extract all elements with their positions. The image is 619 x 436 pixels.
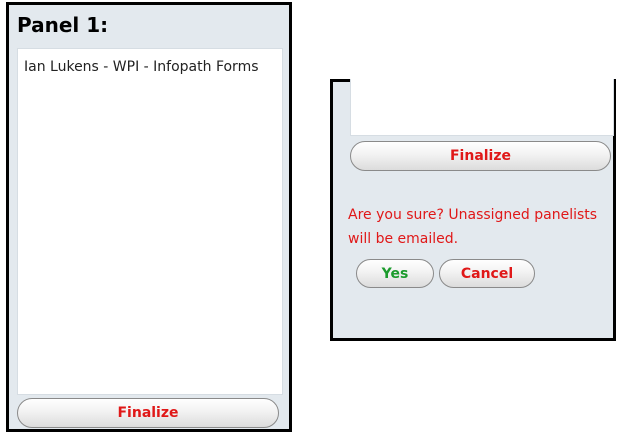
confirm-message: Are you sure? Unassigned panelists will … bbox=[348, 207, 598, 247]
finalize-button[interactable]: Finalize bbox=[17, 398, 279, 428]
cancel-button[interactable]: Cancel bbox=[439, 259, 535, 288]
panel-1: Panel 1: Ian Lukens - WPI - Infopath For… bbox=[6, 2, 292, 432]
finalize-button[interactable]: Finalize bbox=[350, 141, 611, 171]
panel-text-area[interactable] bbox=[350, 79, 614, 136]
panel-title: Panel 1: bbox=[17, 13, 109, 37]
panel-confirm: Finalize Are you sure? Unassigned paneli… bbox=[330, 79, 616, 341]
panel-text-area[interactable]: Ian Lukens - WPI - Infopath Forms bbox=[17, 48, 283, 395]
yes-button[interactable]: Yes bbox=[356, 259, 434, 288]
